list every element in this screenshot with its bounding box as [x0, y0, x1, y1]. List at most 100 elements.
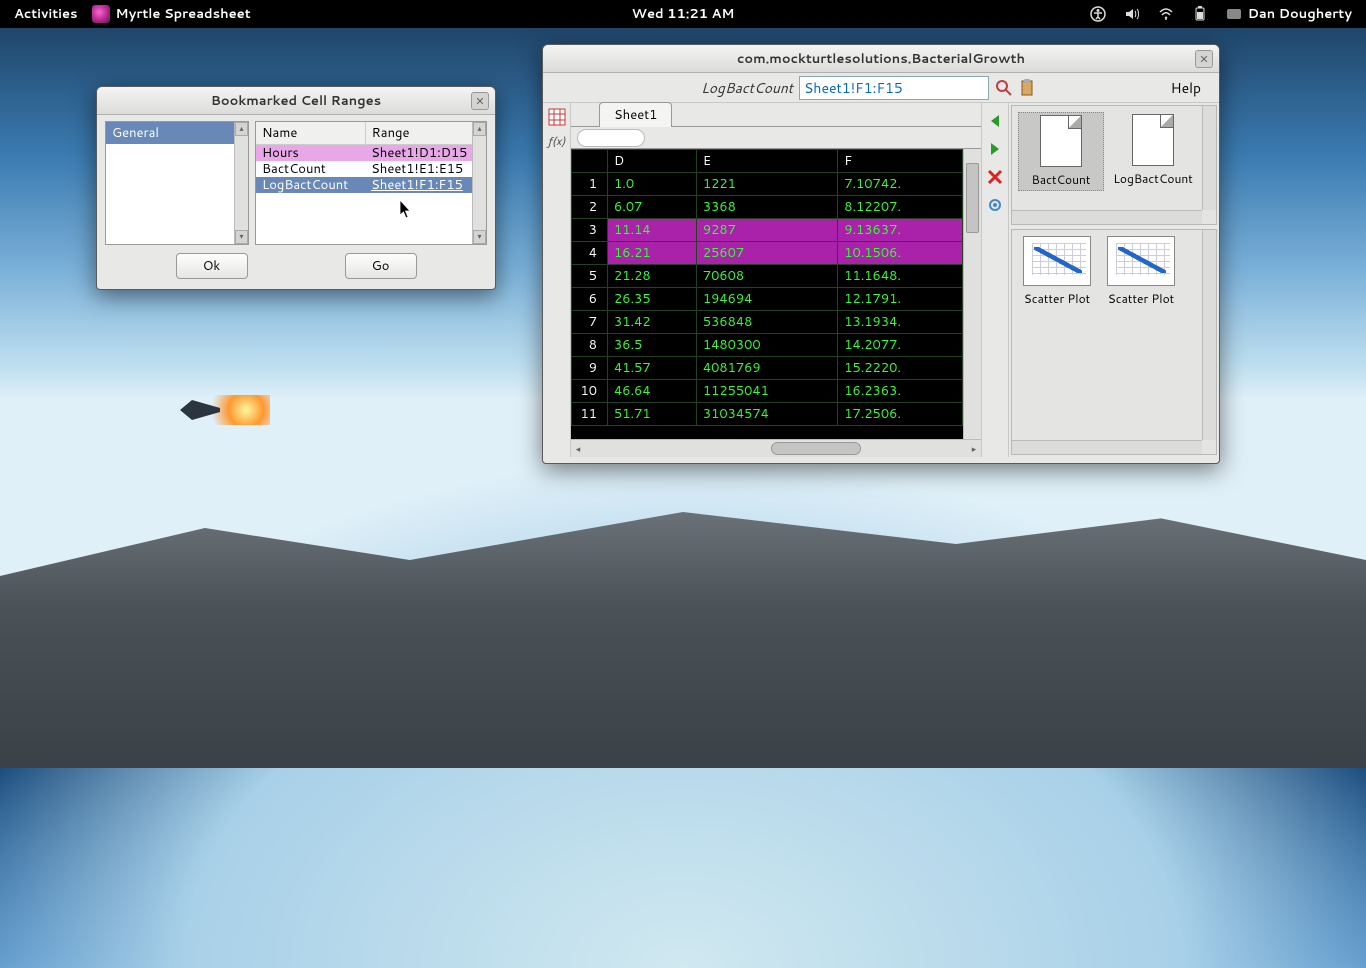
scrollbar[interactable]: ▴▾	[234, 122, 248, 244]
tab-sheet1[interactable]: Sheet1	[599, 102, 672, 127]
cell[interactable]: 11255041	[696, 380, 837, 403]
user-menu[interactable]: Dan Dougherty	[1226, 5, 1352, 23]
grid-row[interactable]: 11 51.71 31034574 17.2506.	[572, 403, 963, 426]
cell[interactable]: 25607	[696, 242, 837, 265]
active-app-menu[interactable]: Myrtle Spreadsheet	[92, 5, 251, 23]
cell[interactable]: 46.64	[608, 380, 697, 403]
cell[interactable]: 26.35	[608, 288, 697, 311]
grid-icon[interactable]	[547, 107, 567, 127]
scrollbar[interactable]	[1012, 440, 1202, 454]
bookmark-row[interactable]: Hours Sheet1!D1:D15	[256, 145, 486, 162]
wifi-icon[interactable]	[1158, 6, 1174, 22]
col-name[interactable]: Name	[256, 122, 365, 145]
row-header[interactable]: 10	[572, 380, 608, 403]
spreadsheet-grid[interactable]: D E F 1 1.0 1221 7.10742.2 6.07 3368 8.1…	[571, 149, 963, 439]
bookmark-categories[interactable]: General ▴▾	[105, 121, 249, 245]
delete-icon[interactable]	[985, 167, 1005, 187]
ok-button[interactable]: Ok	[176, 253, 248, 279]
dataset-item[interactable]: LogBactCount	[1110, 112, 1196, 189]
cell[interactable]: 70608	[696, 265, 837, 288]
dataset-item[interactable]: BactCount	[1018, 112, 1104, 191]
grid-row[interactable]: 4 16.21 25607 10.1506.	[572, 242, 963, 265]
cell[interactable]: 1480300	[696, 334, 837, 357]
close-icon[interactable]: ✕	[471, 92, 489, 110]
scrollbar[interactable]	[1012, 210, 1202, 224]
grid-row[interactable]: 10 46.64 11255041 16.2363.	[572, 380, 963, 403]
row-header[interactable]: 3	[572, 219, 608, 242]
cell[interactable]: 14.2077.	[838, 334, 963, 357]
bookmarks-titlebar[interactable]: Bookmarked Cell Ranges ✕	[97, 87, 495, 115]
cell[interactable]: 8.12207.	[838, 196, 963, 219]
cell[interactable]: 1221	[696, 173, 837, 196]
plot-item[interactable]: Scatter Plot	[1018, 236, 1096, 307]
cell[interactable]: 194694	[696, 288, 837, 311]
col-header[interactable]: D	[608, 150, 697, 173]
bookmark-row[interactable]: BactCount Sheet1!E1:E15	[256, 161, 486, 177]
scrollbar[interactable]: ▴▾	[472, 122, 486, 244]
row-header[interactable]: 2	[572, 196, 608, 219]
col-range[interactable]: Range	[365, 122, 485, 145]
gear-icon[interactable]	[985, 195, 1005, 215]
cell[interactable]: 36.5	[608, 334, 697, 357]
col-header[interactable]: E	[696, 150, 837, 173]
cell[interactable]: 11.14	[608, 219, 697, 242]
row-header[interactable]: 9	[572, 357, 608, 380]
row-header[interactable]: 7	[572, 311, 608, 334]
cell[interactable]: 9.13637.	[838, 219, 963, 242]
row-header[interactable]: 1	[572, 173, 608, 196]
scrollbar[interactable]	[1202, 230, 1216, 440]
row-header[interactable]: 8	[572, 334, 608, 357]
cell[interactable]: 41.57	[608, 357, 697, 380]
cell[interactable]: 12.1791.	[838, 288, 963, 311]
clipboard-icon[interactable]	[1019, 79, 1037, 97]
cell[interactable]: 6.07	[608, 196, 697, 219]
battery-icon[interactable]	[1192, 6, 1208, 22]
cell[interactable]: 17.2506.	[838, 403, 963, 426]
plot-item[interactable]: Scatter Plot	[1102, 236, 1180, 307]
grid-row[interactable]: 2 6.07 3368 8.12207.	[572, 196, 963, 219]
cell[interactable]: 15.2220.	[838, 357, 963, 380]
cell[interactable]: 7.10742.	[838, 173, 963, 196]
row-header[interactable]: 11	[572, 403, 608, 426]
row-header[interactable]: 4	[572, 242, 608, 265]
grid-row[interactable]: 8 36.5 1480300 14.2077.	[572, 334, 963, 357]
grid-row[interactable]: 7 31.42 536848 13.1934.	[572, 311, 963, 334]
cell[interactable]: 1.0	[608, 173, 697, 196]
grid-row[interactable]: 3 11.14 9287 9.13637.	[572, 219, 963, 242]
cell[interactable]: 536848	[696, 311, 837, 334]
range-input[interactable]	[799, 76, 989, 100]
arrow-left-icon[interactable]	[985, 111, 1005, 131]
search-icon[interactable]	[995, 79, 1013, 97]
category-general[interactable]: General	[106, 122, 248, 144]
clock[interactable]: Wed 11:21 AM	[632, 5, 735, 23]
cell-name-box[interactable]	[577, 129, 645, 147]
arrow-right-icon[interactable]	[985, 139, 1005, 159]
main-titlebar[interactable]: com.mockturtlesolutions.BacterialGrowth …	[543, 45, 1219, 73]
cell[interactable]: 9287	[696, 219, 837, 242]
row-header[interactable]: 5	[572, 265, 608, 288]
grid-row[interactable]: 1 1.0 1221 7.10742.	[572, 173, 963, 196]
cell[interactable]: 4081769	[696, 357, 837, 380]
bookmark-row-selected[interactable]: LogBactCount Sheet1!F1:F15	[256, 177, 486, 193]
activities-button[interactable]: Activities	[14, 5, 78, 23]
grid-row[interactable]: 6 26.35 194694 12.1791.	[572, 288, 963, 311]
grid-hscrollbar[interactable]: ◂▸	[571, 439, 981, 457]
cell[interactable]: 11.1648.	[838, 265, 963, 288]
cell[interactable]: 13.1934.	[838, 311, 963, 334]
cell[interactable]: 31.42	[608, 311, 697, 334]
accessibility-icon[interactable]	[1090, 6, 1106, 22]
go-button[interactable]: Go	[345, 253, 417, 279]
scrollbar[interactable]	[1202, 106, 1216, 210]
grid-row[interactable]: 5 21.28 70608 11.1648.	[572, 265, 963, 288]
volume-icon[interactable]	[1124, 6, 1140, 22]
grid-vscrollbar[interactable]	[963, 149, 981, 439]
cell[interactable]: 10.1506.	[838, 242, 963, 265]
row-header[interactable]: 6	[572, 288, 608, 311]
cell[interactable]: 3368	[696, 196, 837, 219]
close-icon[interactable]: ✕	[1195, 50, 1213, 68]
help-menu[interactable]: Help	[1171, 78, 1201, 98]
col-header[interactable]: F	[838, 150, 963, 173]
grid-row[interactable]: 9 41.57 4081769 15.2220.	[572, 357, 963, 380]
cell[interactable]: 16.2363.	[838, 380, 963, 403]
cell[interactable]: 16.21	[608, 242, 697, 265]
